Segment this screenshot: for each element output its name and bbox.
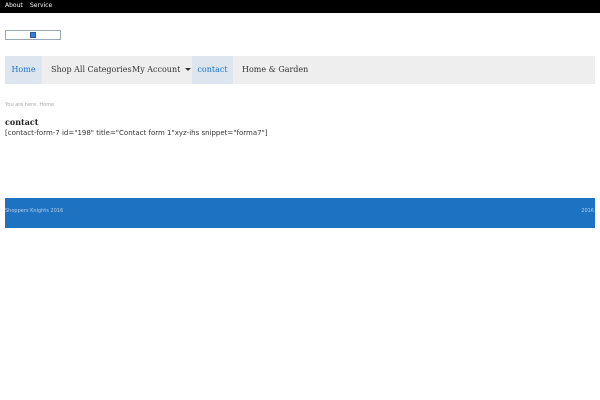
page-title: contact: [5, 117, 39, 127]
top-link-about[interactable]: About: [5, 2, 23, 10]
footer-year: 2016: [581, 208, 594, 214]
nav-item-shop-all-categories[interactable]: Shop All Categories: [51, 56, 132, 84]
nav-item-label: Home: [11, 65, 36, 74]
nav-item-home[interactable]: Home: [5, 56, 42, 84]
nav-item-label: My Account: [132, 65, 181, 74]
nav-item-label: Shop All Categories: [51, 65, 132, 74]
footer: Shoppers Knights 2016 2016: [5, 198, 595, 228]
nav-item-contact[interactable]: contact: [192, 56, 233, 84]
main-navigation: Home Shop All Categories My Account cont…: [5, 56, 595, 84]
site-logo[interactable]: [5, 30, 61, 40]
nav-item-label: contact: [197, 65, 228, 74]
chevron-down-icon: [185, 68, 192, 71]
top-link-service[interactable]: Service: [30, 2, 52, 10]
nav-item-home-garden[interactable]: Home & Garden: [242, 56, 308, 84]
breadcrumb: You are here: Home: [5, 102, 55, 108]
page-content: [contact-form-7 id="198" title="Contact …: [5, 129, 268, 137]
footer-copyright: Shoppers Knights 2016: [5, 208, 64, 214]
top-bar: About Service: [0, 0, 600, 13]
image-icon: [30, 32, 36, 38]
nav-item-my-account[interactable]: My Account: [132, 56, 192, 84]
nav-item-label: Home & Garden: [242, 65, 309, 74]
